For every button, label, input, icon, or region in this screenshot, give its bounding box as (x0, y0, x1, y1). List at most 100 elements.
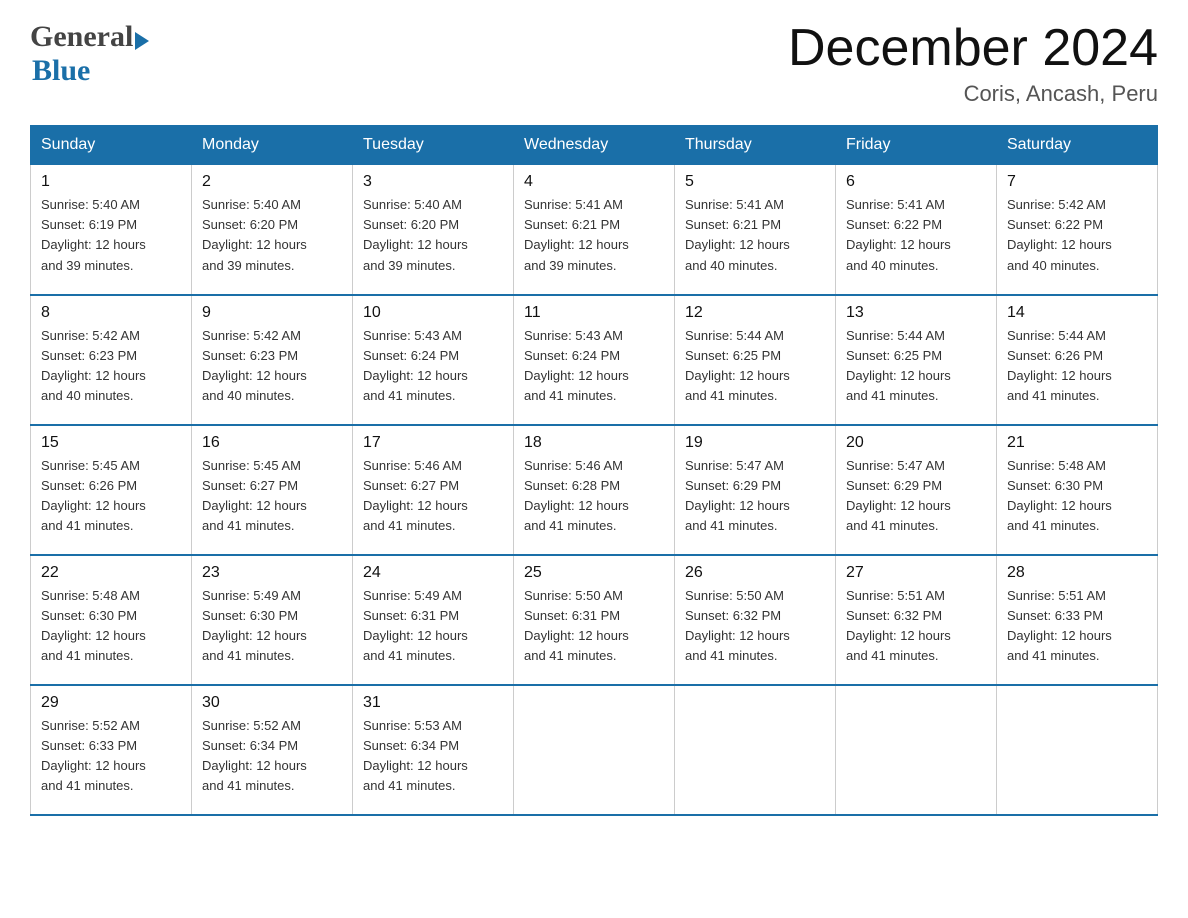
calendar-cell: 20 Sunrise: 5:47 AMSunset: 6:29 PMDayligh… (836, 425, 997, 555)
calendar-week-row: 29 Sunrise: 5:52 AMSunset: 6:33 PMDayligh… (31, 685, 1158, 815)
day-number: 30 (202, 694, 342, 712)
day-number: 27 (846, 564, 986, 582)
day-info: Sunrise: 5:41 AMSunset: 6:21 PMDaylight:… (685, 195, 825, 276)
calendar-cell: 29 Sunrise: 5:52 AMSunset: 6:33 PMDayligh… (31, 685, 192, 815)
calendar-cell: 28 Sunrise: 5:51 AMSunset: 6:33 PMDayligh… (997, 555, 1158, 685)
day-info: Sunrise: 5:52 AMSunset: 6:34 PMDaylight:… (202, 716, 342, 797)
calendar-cell: 1 Sunrise: 5:40 AMSunset: 6:19 PMDaylight… (31, 165, 192, 295)
day-info: Sunrise: 5:50 AMSunset: 6:32 PMDaylight:… (685, 586, 825, 667)
day-number: 7 (1007, 173, 1147, 191)
day-number: 29 (41, 694, 181, 712)
day-number: 9 (202, 304, 342, 322)
calendar-cell: 19 Sunrise: 5:47 AMSunset: 6:29 PMDayligh… (675, 425, 836, 555)
logo-general-text: General (30, 20, 133, 54)
day-info: Sunrise: 5:45 AMSunset: 6:27 PMDaylight:… (202, 456, 342, 537)
col-sunday: Sunday (31, 126, 192, 165)
day-info: Sunrise: 5:42 AMSunset: 6:22 PMDaylight:… (1007, 195, 1147, 276)
day-number: 14 (1007, 304, 1147, 322)
day-info: Sunrise: 5:44 AMSunset: 6:26 PMDaylight:… (1007, 326, 1147, 407)
calendar-cell: 10 Sunrise: 5:43 AMSunset: 6:24 PMDayligh… (353, 295, 514, 425)
calendar-week-row: 1 Sunrise: 5:40 AMSunset: 6:19 PMDaylight… (31, 165, 1158, 295)
day-number: 20 (846, 434, 986, 452)
col-saturday: Saturday (997, 126, 1158, 165)
calendar-cell: 6Sunrise: 5:41 AMSunset: 6:22 PMDaylight… (836, 165, 997, 295)
calendar-cell: 5Sunrise: 5:41 AMSunset: 6:21 PMDaylight… (675, 165, 836, 295)
calendar-cell: 8 Sunrise: 5:42 AMSunset: 6:23 PMDaylight… (31, 295, 192, 425)
calendar-cell: 2 Sunrise: 5:40 AMSunset: 6:20 PMDaylight… (192, 165, 353, 295)
calendar-cell (836, 685, 997, 815)
logo: General Blue (30, 20, 151, 88)
day-info: Sunrise: 5:40 AMSunset: 6:19 PMDaylight:… (41, 195, 181, 276)
day-info: Sunrise: 5:51 AMSunset: 6:32 PMDaylight:… (846, 586, 986, 667)
day-info: Sunrise: 5:53 AMSunset: 6:34 PMDaylight:… (363, 716, 503, 797)
calendar-cell: 15 Sunrise: 5:45 AMSunset: 6:26 PMDayligh… (31, 425, 192, 555)
day-info: Sunrise: 5:43 AMSunset: 6:24 PMDaylight:… (363, 326, 503, 407)
calendar-cell (675, 685, 836, 815)
day-number: 22 (41, 564, 181, 582)
day-number: 1 (41, 173, 181, 191)
page-header: General Blue December 2024 Coris, Ancash… (30, 20, 1158, 107)
calendar-cell: 4Sunrise: 5:41 AMSunset: 6:21 PMDaylight… (514, 165, 675, 295)
day-number: 8 (41, 304, 181, 322)
calendar-week-row: 22 Sunrise: 5:48 AMSunset: 6:30 PMDayligh… (31, 555, 1158, 685)
calendar-cell: 16 Sunrise: 5:45 AMSunset: 6:27 PMDayligh… (192, 425, 353, 555)
calendar-cell: 18Sunrise: 5:46 AMSunset: 6:28 PMDayligh… (514, 425, 675, 555)
day-number: 23 (202, 564, 342, 582)
calendar-week-row: 8 Sunrise: 5:42 AMSunset: 6:23 PMDaylight… (31, 295, 1158, 425)
day-info: Sunrise: 5:48 AMSunset: 6:30 PMDaylight:… (1007, 456, 1147, 537)
day-info: Sunrise: 5:40 AMSunset: 6:20 PMDaylight:… (202, 195, 342, 276)
day-info: Sunrise: 5:49 AMSunset: 6:30 PMDaylight:… (202, 586, 342, 667)
day-number: 12 (685, 304, 825, 322)
day-info: Sunrise: 5:44 AMSunset: 6:25 PMDaylight:… (685, 326, 825, 407)
calendar-cell (997, 685, 1158, 815)
calendar-cell: 12 Sunrise: 5:44 AMSunset: 6:25 PMDayligh… (675, 295, 836, 425)
calendar-cell: 13Sunrise: 5:44 AMSunset: 6:25 PMDayligh… (836, 295, 997, 425)
col-thursday: Thursday (675, 126, 836, 165)
col-monday: Monday (192, 126, 353, 165)
day-info: Sunrise: 5:46 AMSunset: 6:28 PMDaylight:… (524, 456, 664, 537)
day-number: 3 (363, 173, 503, 191)
calendar-week-row: 15 Sunrise: 5:45 AMSunset: 6:26 PMDayligh… (31, 425, 1158, 555)
day-number: 31 (363, 694, 503, 712)
day-info: Sunrise: 5:42 AMSunset: 6:23 PMDaylight:… (41, 326, 181, 407)
day-info: Sunrise: 5:47 AMSunset: 6:29 PMDaylight:… (846, 456, 986, 537)
day-info: Sunrise: 5:41 AMSunset: 6:22 PMDaylight:… (846, 195, 986, 276)
calendar-title: December 2024 (788, 20, 1158, 77)
calendar-table: Sunday Monday Tuesday Wednesday Thursday… (30, 125, 1158, 816)
day-number: 16 (202, 434, 342, 452)
calendar-cell: 14 Sunrise: 5:44 AMSunset: 6:26 PMDayligh… (997, 295, 1158, 425)
day-info: Sunrise: 5:49 AMSunset: 6:31 PMDaylight:… (363, 586, 503, 667)
day-info: Sunrise: 5:50 AMSunset: 6:31 PMDaylight:… (524, 586, 664, 667)
calendar-cell: 7 Sunrise: 5:42 AMSunset: 6:22 PMDaylight… (997, 165, 1158, 295)
day-number: 10 (363, 304, 503, 322)
day-number: 2 (202, 173, 342, 191)
calendar-cell: 23 Sunrise: 5:49 AMSunset: 6:30 PMDayligh… (192, 555, 353, 685)
day-number: 15 (41, 434, 181, 452)
day-number: 17 (363, 434, 503, 452)
day-info: Sunrise: 5:47 AMSunset: 6:29 PMDaylight:… (685, 456, 825, 537)
day-number: 28 (1007, 564, 1147, 582)
logo-triangle-icon (135, 32, 149, 50)
day-info: Sunrise: 5:40 AMSunset: 6:20 PMDaylight:… (363, 195, 503, 276)
calendar-cell: 27 Sunrise: 5:51 AMSunset: 6:32 PMDayligh… (836, 555, 997, 685)
day-info: Sunrise: 5:43 AMSunset: 6:24 PMDaylight:… (524, 326, 664, 407)
day-info: Sunrise: 5:42 AMSunset: 6:23 PMDaylight:… (202, 326, 342, 407)
calendar-cell: 30 Sunrise: 5:52 AMSunset: 6:34 PMDayligh… (192, 685, 353, 815)
calendar-cell: 17Sunrise: 5:46 AMSunset: 6:27 PMDayligh… (353, 425, 514, 555)
calendar-cell: 26 Sunrise: 5:50 AMSunset: 6:32 PMDayligh… (675, 555, 836, 685)
day-info: Sunrise: 5:44 AMSunset: 6:25 PMDaylight:… (846, 326, 986, 407)
day-info: Sunrise: 5:51 AMSunset: 6:33 PMDaylight:… (1007, 586, 1147, 667)
day-number: 19 (685, 434, 825, 452)
calendar-cell: 11 Sunrise: 5:43 AMSunset: 6:24 PMDayligh… (514, 295, 675, 425)
calendar-cell: 31 Sunrise: 5:53 AMSunset: 6:34 PMDayligh… (353, 685, 514, 815)
day-number: 26 (685, 564, 825, 582)
day-info: Sunrise: 5:52 AMSunset: 6:33 PMDaylight:… (41, 716, 181, 797)
day-number: 11 (524, 304, 664, 322)
day-number: 21 (1007, 434, 1147, 452)
logo-blue-text: Blue (32, 54, 90, 88)
day-info: Sunrise: 5:45 AMSunset: 6:26 PMDaylight:… (41, 456, 181, 537)
calendar-header-row: Sunday Monday Tuesday Wednesday Thursday… (31, 126, 1158, 165)
day-info: Sunrise: 5:48 AMSunset: 6:30 PMDaylight:… (41, 586, 181, 667)
col-wednesday: Wednesday (514, 126, 675, 165)
day-number: 24 (363, 564, 503, 582)
